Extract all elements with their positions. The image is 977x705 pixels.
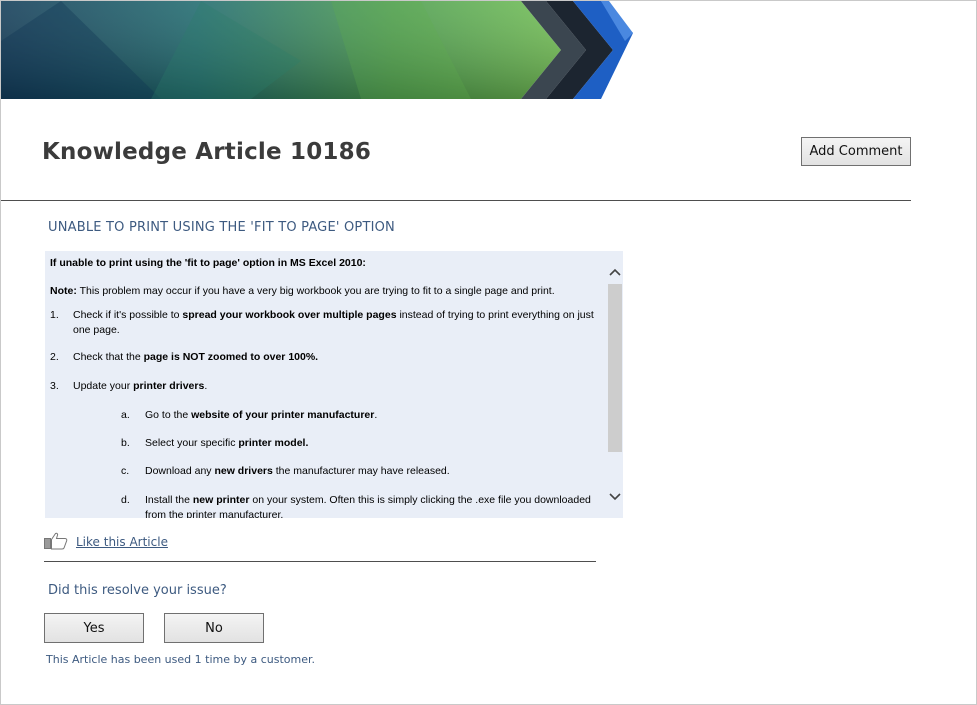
- note-label: Note:: [50, 285, 77, 297]
- article-scrollbar[interactable]: [607, 263, 623, 508]
- sub-list-item: a. Go to the website of your printer manu…: [50, 409, 603, 437]
- list-letter: c.: [121, 465, 130, 477]
- header-divider: [1, 200, 911, 201]
- scroll-up-button[interactable]: [607, 263, 623, 281]
- step-emphasis: website of your printer manufacturer: [191, 409, 375, 421]
- step-text: Check that the: [73, 351, 144, 363]
- sub-list-item: d. Install the new printer on your system…: [50, 493, 603, 518]
- step-emphasis: page is NOT zoomed to over 100%.: [143, 351, 319, 363]
- step-emphasis: printer drivers: [133, 380, 205, 392]
- step-text: Go to the: [145, 409, 192, 421]
- no-button[interactable]: No: [164, 613, 264, 643]
- sub-list-item: c. Download any new drivers the manufactu…: [50, 465, 603, 493]
- step-text: Check if it's possible to: [73, 309, 183, 321]
- step-text: Update your: [73, 380, 134, 392]
- scroll-thumb[interactable]: [608, 284, 622, 452]
- resolve-question: Did this resolve your issue?: [48, 583, 227, 598]
- note-text: This problem may occur if you have a ver…: [76, 285, 555, 297]
- article-heading: If unable to print using the 'fit to pag…: [50, 257, 366, 269]
- step-emphasis: new printer: [192, 494, 250, 506]
- list-letter: b.: [121, 437, 130, 449]
- step-text: Install the: [145, 494, 193, 506]
- header-banner: [1, 1, 641, 99]
- step-text: the manufacturer may have released.: [272, 465, 450, 477]
- list-number: 3.: [50, 380, 59, 392]
- list-item: 3. Update your printer drivers.: [50, 380, 603, 409]
- step-emphasis: printer model.: [238, 437, 309, 449]
- step-emphasis: new drivers: [214, 465, 273, 477]
- sub-list-item: b. Select your specific printer model.: [50, 437, 603, 465]
- article-subtitle: UNABLE TO PRINT USING THE 'FIT TO PAGE' …: [48, 220, 395, 235]
- step-text: .: [374, 409, 378, 421]
- page-title: Knowledge Article 10186: [42, 139, 372, 165]
- list-item: 1. Check if it's possible to spread your …: [50, 308, 603, 351]
- article-note: Note: This problem may occur if you have…: [50, 285, 603, 308]
- list-number: 2.: [50, 351, 59, 363]
- step-text: Download any: [145, 465, 215, 477]
- step-text: .: [204, 380, 208, 392]
- add-comment-button[interactable]: Add Comment: [801, 137, 911, 166]
- banner-graphic: [1, 1, 633, 99]
- feedback-divider: [44, 561, 596, 562]
- like-article-link[interactable]: Like this Article: [76, 535, 168, 549]
- knowledge-article-window: Knowledge Article 10186 Add Comment UNAB…: [0, 0, 977, 705]
- article-body: If unable to print using the 'fit to pag…: [50, 257, 603, 518]
- list-item: 2. Check that the page is NOT zoomed to o…: [50, 351, 603, 380]
- chevron-down-icon: [609, 493, 621, 501]
- scroll-down-button[interactable]: [607, 488, 623, 506]
- step-emphasis: spread your workbook over multiple pages: [182, 309, 397, 321]
- list-letter: a.: [121, 409, 130, 421]
- yes-button[interactable]: Yes: [44, 613, 144, 643]
- article-content-panel[interactable]: If unable to print using the 'fit to pag…: [45, 251, 623, 518]
- thumbs-up-icon[interactable]: [44, 532, 68, 550]
- usage-count-text: This Article has been used 1 time by a c…: [46, 653, 315, 666]
- list-number: 1.: [50, 309, 59, 321]
- list-letter: d.: [121, 494, 130, 506]
- step-text: Select your specific: [145, 437, 239, 449]
- chevron-up-icon: [609, 268, 621, 276]
